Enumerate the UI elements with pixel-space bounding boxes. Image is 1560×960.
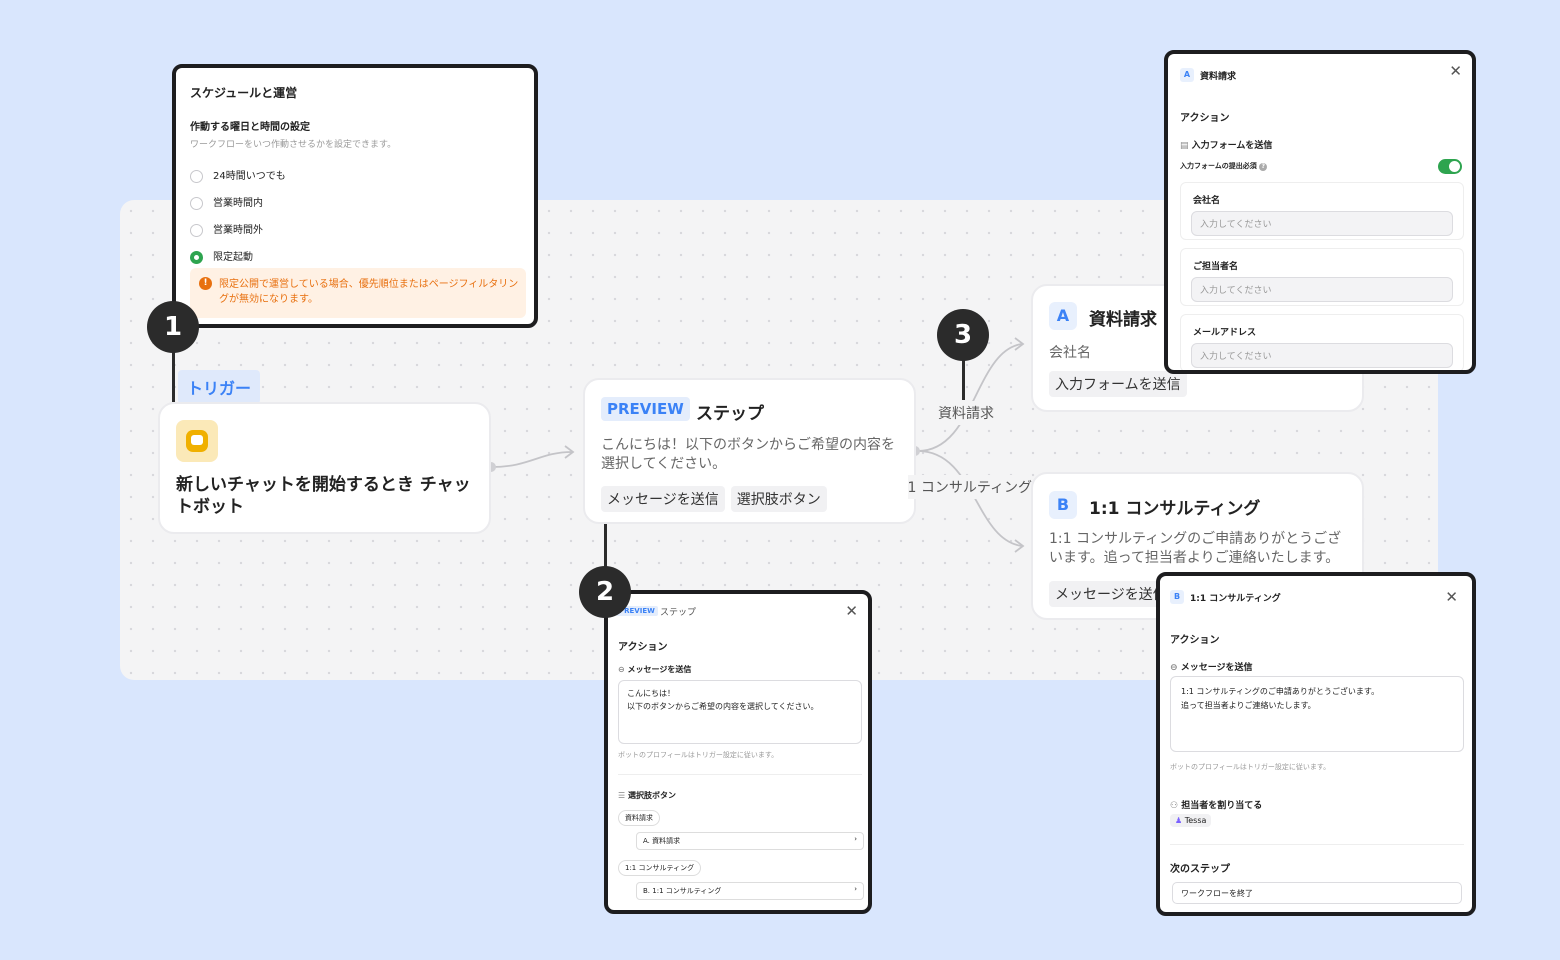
chatbot-icon xyxy=(176,420,218,462)
step-detail-title: ステップ xyxy=(660,608,697,618)
radio-icon xyxy=(190,196,203,210)
node-a-text: 会社名 xyxy=(1049,345,1091,361)
document-icon: ▤ xyxy=(1180,141,1189,151)
trigger-label: トリガー xyxy=(178,370,261,404)
tag-choice-buttons: 選択肢ボタン xyxy=(730,486,827,512)
consulting-popup: B 1:1 コンサルティング ✕ アクション ⊖ メッセージを送信 1:1 コン… xyxy=(1156,572,1476,916)
form-field-card: 会社名 入力してください xyxy=(1180,182,1464,240)
form-popup-action: アクション xyxy=(1180,113,1230,124)
schedule-desc: ワークフローをいつ作動させるかを設定できます。 xyxy=(190,140,397,150)
schedule-section: 作動する曜日と時間の設定 xyxy=(190,122,310,133)
next-step-select[interactable]: ワークフローを終了 xyxy=(1172,882,1462,904)
node-b-text: 1:1 コンサルティングのご申請ありがとうございます。追って担当者よりご連絡いた… xyxy=(1049,531,1342,566)
help-icon: ? xyxy=(1259,163,1268,171)
next-step-label: 次のステップ xyxy=(1170,864,1230,875)
email-input[interactable]: 入力してください xyxy=(1191,343,1453,368)
message-textarea[interactable]: こんにちは！ 以下のボタンからご希望の内容を選択してください。 xyxy=(618,680,862,744)
consulting-action: アクション xyxy=(1170,635,1220,646)
assign-user-icon: ⚇ xyxy=(1170,801,1179,811)
required-label: 入力フォームの提出必須 ? xyxy=(1180,161,1268,171)
node-a-title: 資料請求 xyxy=(1089,310,1157,330)
schedule-popup: スケジュールと運営 作動する曜日と時間の設定 ワークフローをいつ作動させるかを設… xyxy=(172,64,538,328)
choice-button[interactable]: 1:1 コンサルティング xyxy=(618,860,702,876)
schedule-title: スケジュールと運営 xyxy=(190,86,298,100)
warning-text: 限定公開で運営している場合、優先順位またはページフィルタリングが無効になります。 xyxy=(219,279,519,305)
trigger-title: 新しいチャットを開始するとき チャットボット xyxy=(176,475,471,517)
branch-label-a: 資料請求 xyxy=(934,401,998,425)
choice-button[interactable]: 資料請求 xyxy=(618,810,660,826)
step-marker-2: 2 xyxy=(579,566,631,618)
warning-icon: ! xyxy=(199,277,212,290)
profile-note: ボットのプロフィールはトリガー設定に従います。 xyxy=(1170,763,1331,771)
radio-icon xyxy=(190,169,203,183)
step-title: ステップ xyxy=(696,404,764,424)
field-label: メールアドレス xyxy=(1193,328,1257,338)
divider xyxy=(618,774,862,775)
close-icon[interactable]: ✕ xyxy=(1449,62,1462,80)
node-b-letter: B xyxy=(1049,491,1077,519)
consulting-message-textarea[interactable]: 1:1 コンサルティングのご申請ありがとうございます。 追って担当者よりご連絡いた… xyxy=(1170,676,1464,752)
consulting-send-label: ⊖ メッセージを送信 xyxy=(1170,663,1253,673)
assignee-chip[interactable]: ♟ Tessa xyxy=(1170,814,1212,827)
trigger-node[interactable]: 新しいチャットを開始するとき チャットボット xyxy=(158,402,491,534)
radio-option[interactable]: 営業時間内 xyxy=(190,194,263,210)
step-detail-action: アクション xyxy=(618,642,668,653)
close-icon[interactable]: ✕ xyxy=(1445,588,1458,606)
contact-name-input[interactable]: 入力してください xyxy=(1191,277,1453,302)
step-node[interactable]: PREVIEW ステップ こんにちは！以下のボタンからご希望の内容を選択してくだ… xyxy=(583,378,916,524)
radio-icon xyxy=(190,223,203,237)
consulting-popup-letter: B xyxy=(1170,590,1184,604)
form-popup-title: 資料請求 xyxy=(1200,72,1237,82)
message-icon: ⊖ xyxy=(1170,663,1178,673)
chevron-right-icon: › xyxy=(854,885,857,893)
preview-badge: PREVIEW xyxy=(601,397,690,421)
node-b-title: 1:1 コンサルティング xyxy=(1089,499,1261,519)
step-marker-1: 1 xyxy=(147,301,199,353)
message-icon: ⊖ xyxy=(618,665,625,674)
divider xyxy=(1170,844,1464,845)
step-detail-popup: PREVIEW ステップ ✕ アクション ⊖ メッセージを送信 こんにちは！ 以下… xyxy=(604,590,872,914)
profile-note: ボットのプロフィールはトリガー設定に従います。 xyxy=(618,751,779,759)
radio-checked-icon xyxy=(190,250,203,264)
close-icon[interactable]: ✕ xyxy=(845,602,858,620)
radio-option[interactable]: 24時間いつでも xyxy=(190,167,286,183)
tag-send-message: メッセージを送信 xyxy=(601,486,725,512)
node-a-tag: 入力フォームを送信 xyxy=(1049,371,1187,397)
node-a-letter: A xyxy=(1049,302,1077,330)
form-popup: A 資料請求 ✕ アクション ▤ 入力フォームを送信 入力フォームの提出必須 ?… xyxy=(1164,50,1476,374)
form-field-card: メールアドレス 入力してください xyxy=(1180,314,1464,370)
field-label: 会社名 xyxy=(1193,196,1221,206)
required-toggle[interactable] xyxy=(1438,159,1462,174)
assign-label: ⚇ 担当者を割り当てる xyxy=(1170,801,1263,811)
radio-option-selected[interactable]: 限定起動 xyxy=(190,248,253,264)
choice-target[interactable]: A. 資料請求 › xyxy=(636,832,864,850)
warning-box: ! 限定公開で運営している場合、優先順位またはページフィルタリングが無効になりま… xyxy=(190,268,526,318)
branch-label-b: 1:1 コンサルティング xyxy=(908,475,1032,499)
choice-target[interactable]: B. 1:1 コンサルティング › xyxy=(636,882,864,900)
form-field-card: ご担当者名 入力してください xyxy=(1180,248,1464,306)
radio-option[interactable]: 営業時間外 xyxy=(190,221,263,237)
choice-buttons-label: ☰ 選択肢ボタン xyxy=(618,791,676,800)
chevron-right-icon: › xyxy=(854,835,857,843)
form-popup-letter: A xyxy=(1180,68,1194,82)
person-icon: ♟ xyxy=(1175,816,1183,825)
company-input[interactable]: 入力してください xyxy=(1191,211,1453,236)
consulting-popup-title: 1:1 コンサルティング xyxy=(1190,594,1281,604)
step-marker-3: 3 xyxy=(937,309,989,361)
field-label: ご担当者名 xyxy=(1193,262,1239,272)
step-tags: メッセージを送信 選択肢ボタン xyxy=(601,486,833,512)
step-text: こんにちは！以下のボタンからご希望の内容を選択してください。 xyxy=(601,437,895,472)
list-icon: ☰ xyxy=(618,791,626,800)
node-b-tag: メッセージを送信 xyxy=(1049,581,1173,607)
send-message-label: ⊖ メッセージを送信 xyxy=(618,665,692,674)
form-send-label: ▤ 入力フォームを送信 xyxy=(1180,141,1273,151)
